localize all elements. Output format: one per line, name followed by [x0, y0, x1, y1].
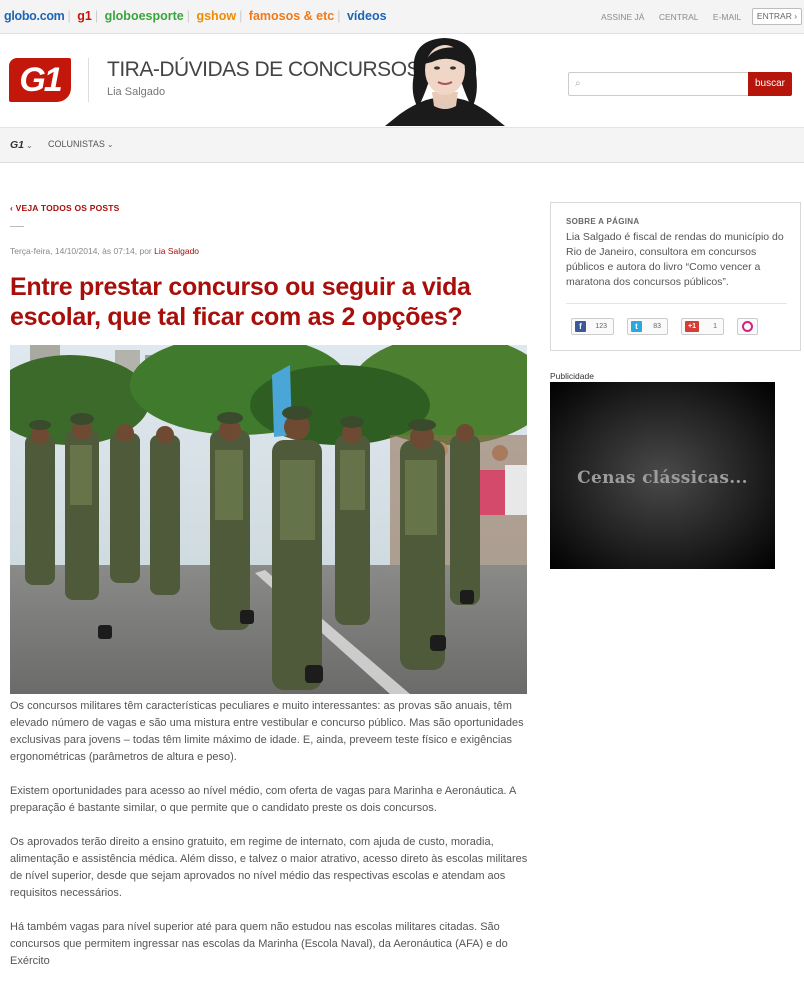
g1-logo[interactable]: G1: [9, 58, 71, 102]
google-plus-share-button[interactable]: +1 1: [681, 318, 724, 335]
search-button[interactable]: buscar: [748, 72, 792, 96]
central-link[interactable]: CENTRAL: [659, 12, 699, 22]
assine-link[interactable]: ASSINE JÁ: [601, 12, 644, 22]
nav-colunistas-menu[interactable]: COLUNISTAS ⌄: [48, 139, 114, 149]
ad-label: Publicidade: [550, 371, 594, 381]
about-box: SOBRE A PÁGINA Lia Salgado é fiscal de r…: [550, 202, 801, 351]
brand-videos-link[interactable]: vídeos: [347, 9, 387, 23]
ad-text: Cenas clássicas...: [577, 468, 748, 488]
main-nav: G1 ⌄ COLUNISTAS ⌄: [0, 127, 804, 163]
global-bar: globo.com | g1 | globoesporte | gshow | famo…: [0, 0, 804, 34]
divider: [566, 303, 787, 304]
facebook-count: 123: [595, 323, 607, 330]
blog-author: Lia Salgado: [107, 86, 166, 98]
google-plus-count: 1: [713, 323, 717, 330]
post-meta: Terça-feira, 14/10/2014, às 07:14, por L…: [10, 246, 199, 256]
brand-globoesporte-link[interactable]: globoesporte: [105, 9, 184, 23]
nav-g1-menu[interactable]: G1 ⌄: [10, 139, 33, 151]
nav-colunistas-label: COLUNISTAS: [48, 139, 105, 149]
brand-links: globo.com | g1 | globoesporte | gshow | famo…: [4, 9, 390, 23]
header-divider: [88, 58, 89, 102]
brand-separator: |: [94, 9, 99, 23]
facebook-share-button[interactable]: f 123: [571, 318, 614, 335]
article-paragraph: Existem oportunidades para acesso ao nív…: [10, 785, 516, 814]
blog-header: G1 TIRA-DÚVIDAS DE CONCURSOS Lia Salgado…: [0, 34, 804, 127]
ad-banner[interactable]: Cenas clássicas...: [550, 382, 775, 569]
orkut-share-button[interactable]: [737, 318, 758, 335]
twitter-icon: t: [631, 321, 642, 332]
login-button[interactable]: ENTRAR ›: [752, 8, 802, 25]
chevron-down-icon: ⌄: [26, 141, 33, 150]
brand-g1-link[interactable]: g1: [77, 9, 92, 23]
blog-title[interactable]: TIRA-DÚVIDAS DE CONCURSOS: [107, 58, 421, 82]
post-date: Terça-feira, 14/10/2014, às 07:14, por: [10, 246, 155, 256]
post-title: Entre prestar concurso ou seguir a vida …: [10, 273, 471, 331]
twitter-count: 83: [653, 323, 661, 330]
twitter-share-button[interactable]: t 83: [627, 318, 668, 335]
brand-famosos-link[interactable]: famosos & etc: [249, 9, 334, 23]
about-heading: SOBRE A PÁGINA: [566, 217, 640, 226]
brand-globo-link[interactable]: globo.com: [4, 9, 65, 23]
nav-g1-label: G1: [10, 139, 25, 151]
google-plus-icon: +1: [685, 321, 699, 332]
facebook-icon: f: [575, 321, 586, 332]
article-paragraph: Os aprovados terão direito a ensino grat…: [10, 836, 528, 899]
circle-icon: [742, 321, 753, 332]
divider: [10, 226, 24, 227]
chevron-down-icon: ⌄: [106, 140, 114, 149]
search-input[interactable]: ⌕: [568, 72, 748, 96]
search-icon: ⌕: [575, 78, 581, 89]
article-paragraph: Há também vagas para nível superior até …: [10, 921, 508, 967]
email-label: E-MAIL: [712, 12, 742, 22]
brand-gshow-link[interactable]: gshow: [196, 9, 236, 23]
post-image: [10, 345, 527, 694]
article-body: Os concursos militares têm característic…: [10, 698, 535, 987]
brand-separator: |: [67, 9, 71, 23]
post-author-link[interactable]: Lia Salgado: [154, 246, 199, 256]
brand-separator: |: [337, 9, 341, 23]
all-posts-link[interactable]: ‹ VEJA TODOS OS POSTS: [10, 203, 120, 213]
brand-separator: |: [186, 9, 190, 23]
about-text: Lia Salgado é fiscal de rendas do municí…: [566, 231, 784, 288]
brand-separator: |: [239, 9, 243, 23]
article-paragraph: Os concursos militares têm característic…: [10, 700, 524, 763]
author-portrait: [385, 38, 505, 126]
